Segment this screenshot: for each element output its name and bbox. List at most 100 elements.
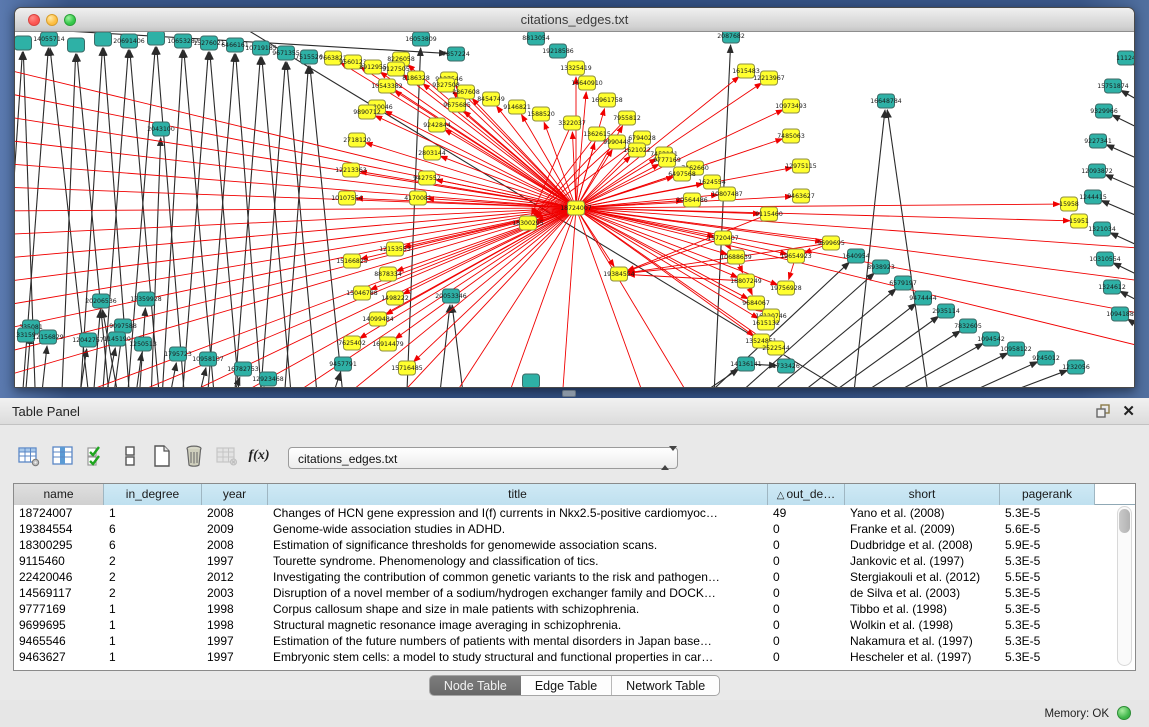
graph-node[interactable] <box>15 36 32 50</box>
delete-column-icon[interactable] <box>181 443 207 469</box>
table-settings-icon[interactable] <box>16 443 42 469</box>
table-row[interactable]: 969969511998Structural magnetic resonanc… <box>14 617 1135 633</box>
new-column-icon[interactable] <box>149 443 175 469</box>
table-cell[interactable]: Yano et al. (2008) <box>845 505 1000 521</box>
table-cell[interactable]: 49 <box>768 505 845 521</box>
column-header-pagerank[interactable]: pagerank <box>1000 484 1095 505</box>
table-cell[interactable]: 2003 <box>202 585 268 601</box>
table-row[interactable]: 1456911722003Disruption of a novel membe… <box>14 585 1135 601</box>
table-cell[interactable]: 5.6E-5 <box>1000 521 1095 537</box>
table-cell[interactable]: 1997 <box>202 649 268 665</box>
table-row[interactable]: 2242004622012Investigating the contribut… <box>14 569 1135 585</box>
table-cell[interactable]: 0 <box>768 649 845 665</box>
table-row[interactable]: 1830029562008Estimation of significance … <box>14 537 1135 553</box>
graph-node[interactable] <box>95 32 112 46</box>
table-cell[interactable]: Changes of HCN gene expression and I(f) … <box>268 505 768 521</box>
table-cell[interactable]: Estimation of significance thresholds fo… <box>268 537 768 553</box>
table-cell[interactable]: 9463627 <box>14 649 104 665</box>
graph-node[interactable]: 15951 <box>1069 214 1089 228</box>
table-cell[interactable]: 0 <box>768 585 845 601</box>
table-cell[interactable]: 22420046 <box>14 569 104 585</box>
table-cell[interactable]: 2 <box>104 553 202 569</box>
table-cell[interactable]: 9699695 <box>14 617 104 633</box>
table-cell[interactable]: 6 <box>104 537 202 553</box>
table-cell[interactable]: 0 <box>768 537 845 553</box>
table-cell[interactable]: 5.3E-5 <box>1000 633 1095 649</box>
table-cell[interactable]: 1998 <box>202 617 268 633</box>
show-columns-icon[interactable] <box>50 443 76 469</box>
table-cell[interactable]: 5.3E-5 <box>1000 505 1095 521</box>
table-vertical-scrollbar[interactable] <box>1117 506 1132 666</box>
table-cell[interactable]: 5.5E-5 <box>1000 569 1095 585</box>
column-header-out_de[interactable]: △out_de… <box>768 484 845 505</box>
column-header-title[interactable]: title <box>268 484 768 505</box>
table-cell[interactable]: Investigating the contribution of common… <box>268 569 768 585</box>
network-canvas[interactable]: 1405571420691406106532871527602164661611… <box>15 32 1134 387</box>
table-cell[interactable]: 1998 <box>202 601 268 617</box>
table-cell[interactable]: Tourette syndrome. Phenomenology and cla… <box>268 553 768 569</box>
table-row[interactable]: 911546021997Tourette syndrome. Phenomeno… <box>14 553 1135 569</box>
scrollbar-thumb[interactable] <box>1119 509 1130 533</box>
table-cell[interactable]: 0 <box>768 569 845 585</box>
window-titlebar[interactable]: citations_edges.txt <box>15 8 1134 32</box>
table-cell[interactable]: Disruption of a novel member of a sodium… <box>268 585 768 601</box>
column-header-short[interactable]: short <box>845 484 1000 505</box>
table-cell[interactable]: 6 <box>104 521 202 537</box>
table-cell[interactable]: 5.3E-5 <box>1000 617 1095 633</box>
graph-node[interactable]: 11124 <box>1116 51 1134 65</box>
table-row[interactable]: 946362711997Embryonic stem cells: a mode… <box>14 649 1135 665</box>
table-cell[interactable]: 9777169 <box>14 601 104 617</box>
table-cell[interactable]: Structural magnetic resonance image aver… <box>268 617 768 633</box>
table-cell[interactable]: 5.3E-5 <box>1000 553 1095 569</box>
table-cell[interactable]: de Silva et al. (2003) <box>845 585 1000 601</box>
table-row[interactable]: 977716911998Corpus callosum shape and si… <box>14 601 1135 617</box>
table-row[interactable]: 946554611997Estimation of the future num… <box>14 633 1135 649</box>
graph-node[interactable] <box>148 32 165 45</box>
table-cell[interactable]: 9115460 <box>14 553 104 569</box>
table-cell[interactable]: 2008 <box>202 537 268 553</box>
table-cell[interactable]: 0 <box>768 553 845 569</box>
table-cell[interactable]: 1 <box>104 617 202 633</box>
table-cell[interactable]: 18724007 <box>14 505 104 521</box>
table-cell[interactable]: 5.3E-5 <box>1000 601 1095 617</box>
close-panel-icon[interactable]: ✕ <box>1122 402 1135 420</box>
table-cell[interactable]: 5.3E-5 <box>1000 585 1095 601</box>
table-cell[interactable]: 1997 <box>202 553 268 569</box>
table-cell[interactable]: 18300295 <box>14 537 104 553</box>
memory-ok-led-icon[interactable] <box>1117 706 1131 720</box>
row-height-icon[interactable] <box>117 443 143 469</box>
table-cell[interactable]: Tibbo et al. (1998) <box>845 601 1000 617</box>
select-rows-icon[interactable] <box>84 443 110 469</box>
table-cell[interactable]: 9465546 <box>14 633 104 649</box>
float-panel-icon[interactable] <box>1095 403 1111 419</box>
table-cell[interactable]: 1 <box>104 601 202 617</box>
table-cell[interactable]: Estimation of the future numbers of pati… <box>268 633 768 649</box>
table-row[interactable]: 1872400712008Changes of HCN gene express… <box>14 505 1135 521</box>
table-row[interactable]: 1938455462009Genome-wide association stu… <box>14 521 1135 537</box>
table-selector-dropdown[interactable]: citations_edges.txt <box>288 447 678 469</box>
tab-network-table[interactable]: Network Table <box>612 675 720 696</box>
table-cell[interactable]: 2 <box>104 585 202 601</box>
graph-node[interactable] <box>68 38 85 52</box>
table-cell[interactable]: Stergiakouli et al. (2012) <box>845 569 1000 585</box>
function-builder-icon[interactable]: f(x) <box>246 443 272 469</box>
table-cell[interactable]: Nakamura et al. (1997) <box>845 633 1000 649</box>
table-cell[interactable]: Wolkin et al. (1998) <box>845 617 1000 633</box>
table-cell[interactable]: Corpus callosum shape and size in male p… <box>268 601 768 617</box>
delete-table-icon[interactable] <box>214 443 240 469</box>
table-cell[interactable]: Genome-wide association studies in ADHD. <box>268 521 768 537</box>
table-cell[interactable]: Hescheler et al. (1997) <box>845 649 1000 665</box>
table-cell[interactable]: Embryonic stem cells: a model to study s… <box>268 649 768 665</box>
table-cell[interactable]: 0 <box>768 521 845 537</box>
table-cell[interactable]: 5.9E-5 <box>1000 537 1095 553</box>
column-header-year[interactable]: year <box>202 484 268 505</box>
table-cell[interactable]: 1 <box>104 649 202 665</box>
table-cell[interactable]: 14569117 <box>14 585 104 601</box>
table-cell[interactable]: 1 <box>104 505 202 521</box>
table-cell[interactable]: 0 <box>768 617 845 633</box>
column-header-in_degree[interactable]: in_degree <box>104 484 202 505</box>
table-cell[interactable]: Jankovic et al. (1997) <box>845 553 1000 569</box>
table-cell[interactable]: 2012 <box>202 569 268 585</box>
table-cell[interactable]: 2 <box>104 569 202 585</box>
tab-node-table[interactable]: Node Table <box>429 675 521 696</box>
